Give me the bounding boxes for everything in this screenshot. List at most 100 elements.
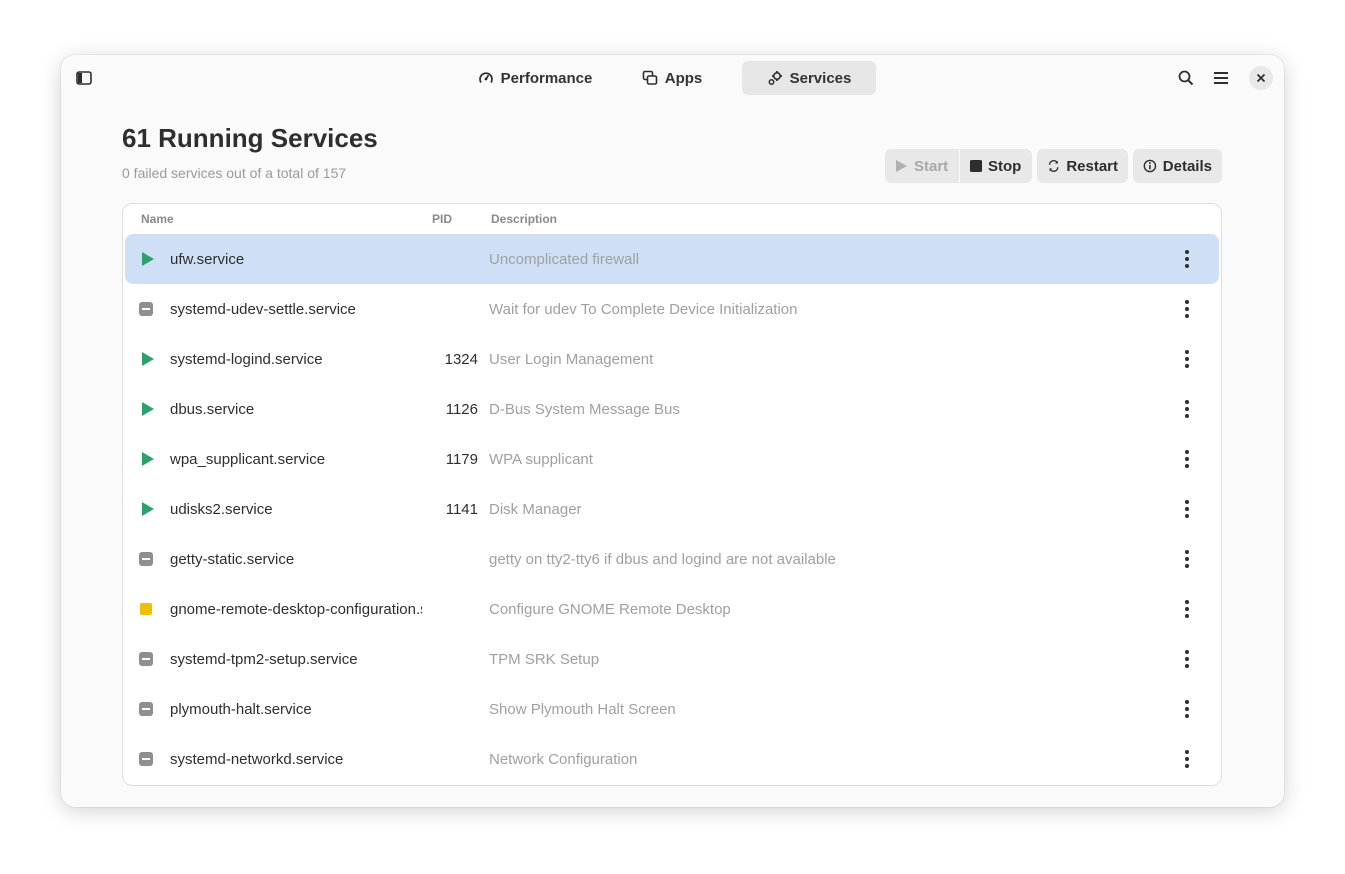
service-pid: 1126 bbox=[445, 400, 478, 418]
running-status-icon bbox=[142, 252, 154, 266]
service-pid bbox=[425, 284, 478, 334]
row-menu-button[interactable] bbox=[1177, 534, 1197, 584]
service-name: wpa_supplicant.service bbox=[170, 450, 326, 468]
service-description: Uncomplicated firewall bbox=[489, 250, 640, 268]
running-status-icon bbox=[142, 452, 154, 466]
service-pid: 1324 bbox=[444, 350, 478, 368]
row-menu-button[interactable] bbox=[1177, 484, 1197, 534]
table-row[interactable]: systemd-udev-settle.service Wait for udev… bbox=[125, 284, 1219, 334]
more-vertical-icon bbox=[1185, 550, 1189, 568]
tab-label: Apps bbox=[664, 69, 703, 87]
service-pid bbox=[425, 634, 478, 684]
running-status-icon bbox=[142, 402, 154, 416]
service-description: Network Configuration bbox=[489, 750, 638, 768]
tab-label: Performance bbox=[500, 69, 593, 87]
row-menu-button[interactable] bbox=[1177, 434, 1197, 484]
status-cell bbox=[139, 284, 159, 334]
page-subtitle: 0 failed services out of a total of 157 bbox=[122, 165, 347, 181]
warning-status-icon bbox=[140, 603, 152, 615]
row-menu-button[interactable] bbox=[1177, 384, 1197, 434]
service-description: WPA supplicant bbox=[489, 450, 593, 468]
service-pid bbox=[425, 584, 478, 634]
more-vertical-icon bbox=[1185, 700, 1189, 718]
start-button[interactable]: Start bbox=[885, 149, 959, 183]
table-row[interactable]: udisks2.service 1141 Disk Manager bbox=[125, 484, 1219, 534]
table-row[interactable]: wpa_supplicant.service 1179 WPA supplicant bbox=[125, 434, 1219, 484]
status-cell bbox=[139, 484, 159, 534]
tab-performance[interactable]: Performance bbox=[466, 61, 604, 95]
main-menu-button[interactable] bbox=[1206, 63, 1236, 93]
service-description: Wait for udev To Complete Device Initial… bbox=[489, 300, 798, 318]
stop-label: Stop bbox=[988, 157, 1022, 175]
running-status-icon bbox=[142, 352, 154, 366]
service-name: dbus.service bbox=[170, 400, 255, 418]
column-header-name[interactable]: Name bbox=[141, 212, 174, 226]
stop-icon bbox=[970, 160, 982, 172]
stopped-status-icon bbox=[139, 652, 153, 666]
more-vertical-icon bbox=[1185, 650, 1189, 668]
table-row[interactable]: gnome-remote-desktop-configuration.servi… bbox=[125, 584, 1219, 634]
running-status-icon bbox=[142, 502, 154, 516]
tab-services[interactable]: Services bbox=[742, 61, 876, 95]
more-vertical-icon bbox=[1185, 250, 1189, 268]
service-pid: 1179 bbox=[445, 450, 478, 468]
page-title: 61 Running Services bbox=[122, 123, 378, 153]
sidebar-toggle-button[interactable] bbox=[69, 63, 99, 93]
more-vertical-icon bbox=[1185, 400, 1189, 418]
service-pid bbox=[425, 684, 478, 734]
service-name: systemd-tpm2-setup.service bbox=[170, 650, 358, 668]
restart-icon bbox=[1048, 160, 1059, 172]
details-button[interactable]: Details bbox=[1133, 149, 1222, 183]
table-row[interactable]: plymouth-halt.service Show Plymouth Halt … bbox=[125, 684, 1219, 734]
status-cell bbox=[139, 384, 159, 434]
more-vertical-icon bbox=[1185, 600, 1189, 618]
service-pid bbox=[425, 534, 478, 584]
stopped-status-icon bbox=[139, 552, 153, 566]
services-gears-icon bbox=[768, 71, 782, 85]
restart-button[interactable]: Restart bbox=[1037, 149, 1128, 183]
stop-button[interactable]: Stop bbox=[960, 149, 1032, 183]
search-icon bbox=[1178, 70, 1194, 86]
status-cell bbox=[139, 634, 159, 684]
row-menu-button[interactable] bbox=[1177, 334, 1197, 384]
table-row[interactable]: getty-static.service getty on tty2-tty6 i… bbox=[125, 534, 1219, 584]
row-menu-button[interactable] bbox=[1177, 584, 1197, 634]
service-pid bbox=[425, 234, 478, 284]
column-header-pid[interactable]: PID bbox=[432, 212, 452, 226]
search-button[interactable] bbox=[1171, 63, 1201, 93]
status-cell bbox=[139, 684, 159, 734]
row-menu-button[interactable] bbox=[1177, 234, 1197, 284]
more-vertical-icon bbox=[1185, 450, 1189, 468]
service-name: systemd-networkd.service bbox=[170, 750, 344, 768]
stopped-status-icon bbox=[139, 752, 153, 766]
row-menu-button[interactable] bbox=[1177, 684, 1197, 734]
row-menu-button[interactable] bbox=[1177, 284, 1197, 334]
tab-apps[interactable]: Apps bbox=[629, 61, 715, 95]
row-menu-button[interactable] bbox=[1177, 634, 1197, 684]
stopped-status-icon bbox=[139, 702, 153, 716]
service-description: D-Bus System Message Bus bbox=[489, 400, 680, 418]
status-cell bbox=[139, 434, 159, 484]
close-icon bbox=[1256, 73, 1266, 83]
status-cell bbox=[139, 534, 159, 584]
play-icon bbox=[896, 160, 907, 172]
more-vertical-icon bbox=[1185, 350, 1189, 368]
service-name: plymouth-halt.service bbox=[170, 700, 312, 718]
restart-label: Restart bbox=[1066, 157, 1118, 175]
table-row[interactable]: systemd-logind.service 1324 User Login Man… bbox=[125, 334, 1219, 384]
more-vertical-icon bbox=[1185, 300, 1189, 318]
row-menu-button[interactable] bbox=[1177, 734, 1197, 784]
services-list: Name PID Description ufw.service Uncompli… bbox=[122, 203, 1222, 786]
column-header-description[interactable]: Description bbox=[491, 212, 557, 226]
status-cell bbox=[139, 334, 159, 384]
service-name: systemd-logind.service bbox=[170, 350, 323, 368]
status-cell bbox=[139, 734, 159, 784]
table-row[interactable]: ufw.service Uncomplicated firewall bbox=[125, 234, 1219, 284]
close-button[interactable] bbox=[1249, 66, 1273, 90]
details-label: Details bbox=[1162, 157, 1212, 175]
service-description: Show Plymouth Halt Screen bbox=[489, 700, 676, 718]
more-vertical-icon bbox=[1185, 500, 1189, 518]
table-row[interactable]: systemd-networkd.service Network Configur… bbox=[125, 734, 1219, 784]
table-row[interactable]: systemd-tpm2-setup.service TPM SRK Setup bbox=[125, 634, 1219, 684]
table-row[interactable]: dbus.service 1126 D-Bus System Message Bus bbox=[125, 384, 1219, 434]
